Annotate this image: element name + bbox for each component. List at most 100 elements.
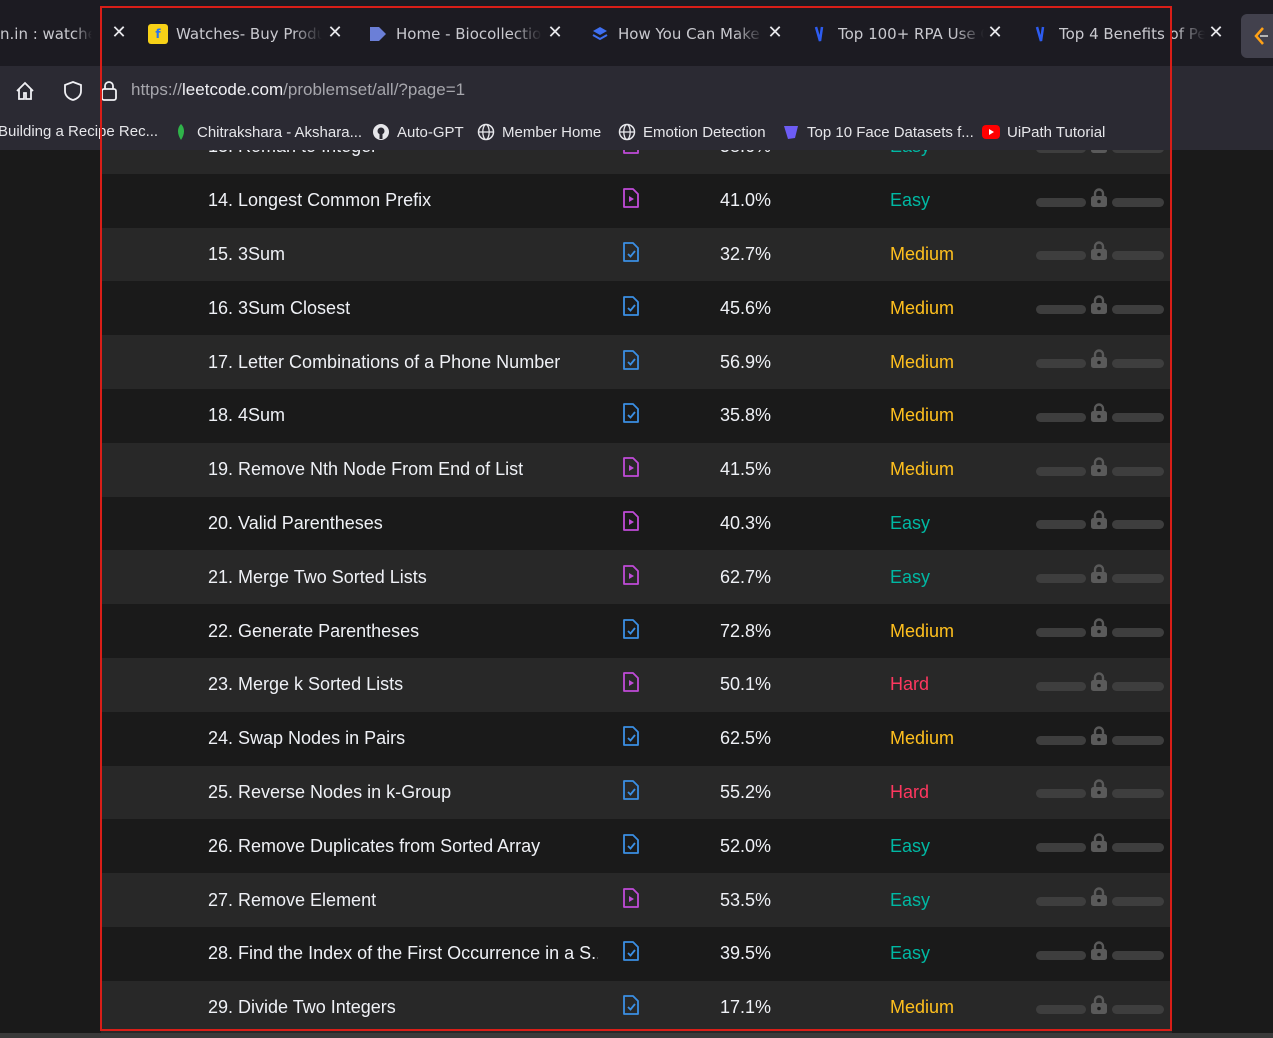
bookmark-member-home[interactable]: Member Home: [477, 123, 601, 141]
close-icon[interactable]: ✕: [986, 22, 1004, 43]
video-solution-icon[interactable]: [621, 150, 641, 160]
problem-title[interactable]: 23. Merge k Sorted Lists: [208, 658, 598, 712]
solution-cell[interactable]: [621, 497, 641, 551]
tab-rpa-use-cases[interactable]: Top 100+ RPA Use Cases ✕: [810, 8, 1004, 60]
problem-row[interactable]: 27. Remove Element 53.5% Easy: [101, 873, 1172, 927]
problem-row[interactable]: 20. Valid Parentheses 40.3% Easy: [101, 496, 1172, 551]
tab-watches-in[interactable]: n.in : watches ✕: [0, 8, 128, 60]
problem-title[interactable]: 18. 4Sum: [208, 389, 598, 443]
solution-cell[interactable]: [621, 712, 641, 766]
article-solution-icon[interactable]: [621, 940, 641, 967]
problem-row[interactable]: 17. Letter Combinations of a Phone Numbe…: [101, 335, 1172, 389]
solution-cell[interactable]: [621, 281, 641, 335]
solution-cell[interactable]: [621, 443, 641, 497]
problem-title[interactable]: 15. 3Sum: [208, 228, 598, 282]
close-icon[interactable]: ✕: [546, 22, 564, 43]
solution-cell[interactable]: [621, 658, 641, 712]
tab-leetcode-active[interactable]: [1241, 14, 1273, 58]
problem-row[interactable]: 16. 3Sum Closest 45.6% Medium: [101, 281, 1172, 336]
solution-cell[interactable]: [621, 150, 641, 174]
problem-title[interactable]: 25. Reverse Nodes in k-Group: [208, 766, 598, 820]
solution-cell[interactable]: [621, 766, 641, 820]
solution-cell[interactable]: [621, 927, 641, 981]
frequency-bar: [1036, 725, 1164, 745]
problem-row[interactable]: 28. Find the Index of the First Occurren…: [101, 926, 1172, 981]
solution-cell[interactable]: [621, 228, 641, 282]
bookmark-recipe[interactable]: Building a Recipe Rec...: [0, 123, 158, 140]
bookmark-auto-gpt[interactable]: Auto-GPT: [372, 123, 464, 141]
problem-title[interactable]: 27. Remove Element: [208, 873, 598, 927]
tab-make-money[interactable]: How You Can Make Money ✕: [590, 8, 784, 60]
close-icon[interactable]: ✕: [1207, 22, 1225, 43]
close-icon[interactable]: ✕: [110, 22, 128, 43]
article-solution-icon[interactable]: [621, 295, 641, 322]
problem-row[interactable]: 14. Longest Common Prefix 41.0% Easy: [101, 173, 1172, 228]
close-icon[interactable]: ✕: [766, 22, 784, 43]
video-solution-icon[interactable]: [621, 456, 641, 483]
problem-row[interactable]: 23. Merge k Sorted Lists 50.1% Hard: [101, 657, 1172, 712]
problem-row[interactable]: 29. Divide Two Integers 17.1% Medium: [101, 980, 1172, 1035]
solution-cell[interactable]: [621, 335, 641, 389]
problem-title[interactable]: 26. Remove Duplicates from Sorted Array: [208, 819, 598, 873]
problem-row[interactable]: 15. 3Sum 32.7% Medium: [101, 227, 1172, 282]
problem-title[interactable]: 16. 3Sum Closest: [208, 281, 598, 335]
problem-row[interactable]: 13. Roman to Integer 58.6% Easy: [101, 150, 1172, 174]
video-solution-icon[interactable]: [621, 564, 641, 591]
tab-title: Top 100+ RPA Use Cases: [838, 25, 984, 43]
solution-cell[interactable]: [621, 981, 641, 1035]
problem-title[interactable]: 20. Valid Parentheses: [208, 497, 598, 551]
problem-title[interactable]: 29. Divide Two Integers: [208, 981, 598, 1035]
bookmark-face-datasets[interactable]: Top 10 Face Datasets f...: [782, 123, 974, 141]
article-solution-icon[interactable]: [621, 402, 641, 429]
acceptance-rate: 52.0%: [720, 835, 772, 856]
tab-benefits[interactable]: Top 4 Benefits of Personal ✕: [1031, 8, 1225, 60]
article-solution-icon[interactable]: [621, 833, 641, 860]
solution-cell[interactable]: [621, 174, 641, 228]
problem-row[interactable]: 19. Remove Nth Node From End of List 41.…: [101, 442, 1172, 497]
solution-cell[interactable]: [621, 550, 641, 604]
bookmark-label: Member Home: [502, 123, 602, 141]
lock-icon[interactable]: [96, 78, 122, 104]
problem-row[interactable]: 18. 4Sum 35.8% Medium: [101, 388, 1172, 443]
problem-title[interactable]: 14. Longest Common Prefix: [208, 174, 598, 228]
solution-cell[interactable]: [621, 819, 641, 873]
video-solution-icon[interactable]: [621, 671, 641, 698]
article-solution-icon[interactable]: [621, 779, 641, 806]
video-solution-icon[interactable]: [621, 510, 641, 537]
solution-cell[interactable]: [621, 873, 641, 927]
acceptance-rate: 53.5%: [720, 889, 772, 910]
problem-title[interactable]: 17. Letter Combinations of a Phone Numbe…: [208, 335, 598, 389]
article-solution-icon[interactable]: [621, 725, 641, 752]
tab-watches-buy[interactable]: f Watches- Buy Products ✕: [148, 8, 344, 60]
solution-cell[interactable]: [621, 389, 641, 443]
problem-row[interactable]: 24. Swap Nodes in Pairs 62.5% Medium: [101, 711, 1172, 766]
problem-title[interactable]: 28. Find the Index of the First Occurren…: [208, 927, 598, 981]
problem-row[interactable]: 21. Merge Two Sorted Lists 62.7% Easy: [101, 550, 1172, 605]
problem-title[interactable]: 22. Generate Parentheses: [208, 604, 598, 658]
bookmark-uipath-tutorial[interactable]: UiPath Tutorial: [982, 123, 1105, 141]
article-solution-icon[interactable]: [621, 241, 641, 268]
problem-title[interactable]: 13. Roman to Integer: [208, 150, 598, 174]
close-icon[interactable]: ✕: [326, 22, 344, 43]
problem-title[interactable]: 24. Swap Nodes in Pairs: [208, 712, 598, 766]
tab-biocollections[interactable]: Home - Biocollections ✕: [368, 8, 564, 60]
bookmark-emotion-detection[interactable]: Emotion Detection: [618, 123, 766, 141]
problem-row[interactable]: 26. Remove Duplicates from Sorted Array …: [101, 819, 1172, 874]
video-solution-icon[interactable]: [621, 887, 641, 914]
problem-row[interactable]: 25. Reverse Nodes in k-Group 55.2% Hard: [101, 765, 1172, 820]
problem-title[interactable]: 19. Remove Nth Node From End of List: [208, 443, 598, 497]
problem-row[interactable]: 22. Generate Parentheses 72.8% Medium: [101, 604, 1172, 658]
solution-cell[interactable]: [621, 604, 641, 658]
problem-title[interactable]: 21. Merge Two Sorted Lists: [208, 550, 598, 604]
bookmark-label: Emotion Detection: [643, 123, 766, 141]
horizontal-scrollbar[interactable]: [0, 1033, 1273, 1038]
bookmark-chitrakshara[interactable]: Chitrakshara - Akshara...: [172, 123, 362, 141]
frequency-cell: [1036, 981, 1164, 1035]
article-solution-icon[interactable]: [621, 349, 641, 376]
home-icon[interactable]: [12, 78, 38, 104]
video-solution-icon[interactable]: [621, 187, 641, 214]
address-bar[interactable]: https://leetcode.com/problemset/all/?pag…: [131, 80, 465, 100]
shield-icon[interactable]: [60, 78, 86, 104]
article-solution-icon[interactable]: [621, 994, 641, 1021]
article-solution-icon[interactable]: [621, 618, 641, 645]
